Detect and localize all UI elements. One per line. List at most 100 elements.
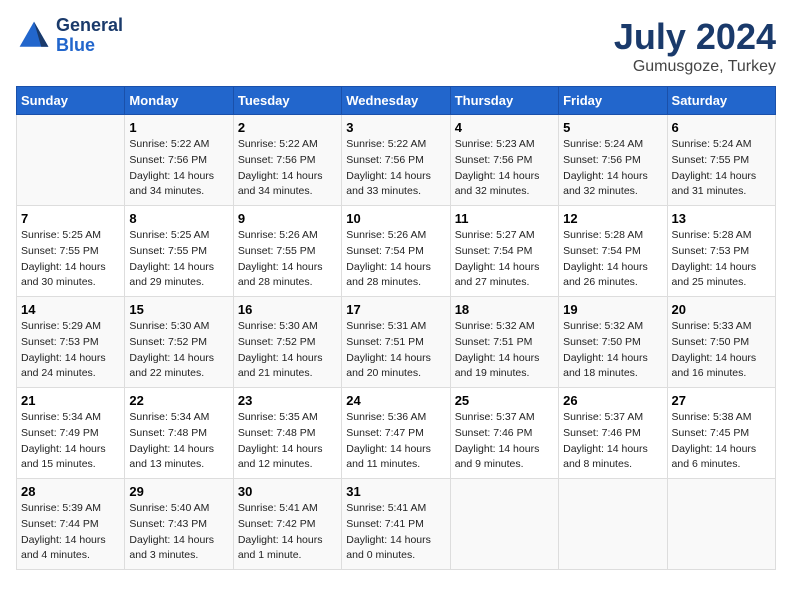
calendar-cell: 25Sunrise: 5:37 AM Sunset: 7:46 PM Dayli… [450, 388, 558, 479]
calendar-cell: 11Sunrise: 5:27 AM Sunset: 7:54 PM Dayli… [450, 206, 558, 297]
cell-content: Sunrise: 5:36 AM Sunset: 7:47 PM Dayligh… [346, 410, 445, 473]
calendar-cell: 10 Sunrise: 5:26 AM Sunset: 7:54 PM Dayli… [342, 206, 450, 297]
calendar-cell: 8 Sunrise: 5:25 AM Sunset: 7:55 PM Daylig… [125, 206, 233, 297]
calendar-cell: 31 Sunrise: 5:41 AM Sunset: 7:41 PM Dayli… [342, 479, 450, 570]
day-number: 2 [238, 120, 337, 135]
day-number: 3 [346, 120, 445, 135]
cell-content: Sunrise: 5:37 AM Sunset: 7:46 PM Dayligh… [563, 410, 662, 473]
day-number: 23 [238, 393, 337, 408]
day-number: 17 [346, 302, 445, 317]
cell-content: Sunrise: 5:38 AM Sunset: 7:45 PM Dayligh… [672, 410, 771, 473]
calendar-day-header: Wednesday [342, 87, 450, 115]
calendar-cell: 4Sunrise: 5:23 AM Sunset: 7:56 PM Daylig… [450, 115, 558, 206]
cell-content: Sunrise: 5:41 AM Sunset: 7:42 PM Dayligh… [238, 501, 337, 564]
day-number: 8 [129, 211, 228, 226]
calendar-cell: 7 Sunrise: 5:25 AM Sunset: 7:55 PM Daylig… [17, 206, 125, 297]
day-number: 14 [21, 302, 120, 317]
logo-icon [16, 18, 52, 54]
calendar-cell: 5Sunrise: 5:24 AM Sunset: 7:56 PM Daylig… [559, 115, 667, 206]
calendar-day-header: Saturday [667, 87, 775, 115]
calendar-cell: 28Sunrise: 5:39 AM Sunset: 7:44 PM Dayli… [17, 479, 125, 570]
calendar-cell: 12 Sunrise: 5:28 AM Sunset: 7:54 PM Dayli… [559, 206, 667, 297]
day-number: 12 [563, 211, 662, 226]
calendar-cell: 3 Sunrise: 5:22 AM Sunset: 7:56 PM Daylig… [342, 115, 450, 206]
cell-content: Sunrise: 5:27 AM Sunset: 7:54 PM Dayligh… [455, 228, 554, 291]
day-number: 7 [21, 211, 120, 226]
cell-content: Sunrise: 5:40 AM Sunset: 7:43 PM Dayligh… [129, 501, 228, 564]
day-number: 18 [455, 302, 554, 317]
calendar-week-row: 21 Sunrise: 5:34 AM Sunset: 7:49 PM Dayli… [17, 388, 776, 479]
day-number: 10 [346, 211, 445, 226]
cell-content: Sunrise: 5:29 AM Sunset: 7:53 PM Dayligh… [21, 319, 120, 382]
calendar-week-row: 7 Sunrise: 5:25 AM Sunset: 7:55 PM Daylig… [17, 206, 776, 297]
calendar-day-header: Sunday [17, 87, 125, 115]
cell-content: Sunrise: 5:30 AM Sunset: 7:52 PM Dayligh… [238, 319, 337, 382]
calendar-cell: 29 Sunrise: 5:40 AM Sunset: 7:43 PM Dayli… [125, 479, 233, 570]
logo: General Blue [16, 16, 123, 56]
calendar-week-row: 28Sunrise: 5:39 AM Sunset: 7:44 PM Dayli… [17, 479, 776, 570]
cell-content: Sunrise: 5:33 AM Sunset: 7:50 PM Dayligh… [672, 319, 771, 382]
cell-content: Sunrise: 5:32 AM Sunset: 7:51 PM Dayligh… [455, 319, 554, 382]
day-number: 24 [346, 393, 445, 408]
calendar-cell [450, 479, 558, 570]
day-number: 16 [238, 302, 337, 317]
calendar-cell: 22Sunrise: 5:34 AM Sunset: 7:48 PM Dayli… [125, 388, 233, 479]
day-number: 25 [455, 393, 554, 408]
day-number: 26 [563, 393, 662, 408]
day-number: 29 [129, 484, 228, 499]
calendar-cell: 17 Sunrise: 5:31 AM Sunset: 7:51 PM Dayli… [342, 297, 450, 388]
day-number: 1 [129, 120, 228, 135]
logo-text: General Blue [56, 16, 123, 56]
cell-content: Sunrise: 5:32 AM Sunset: 7:50 PM Dayligh… [563, 319, 662, 382]
cell-content: Sunrise: 5:25 AM Sunset: 7:55 PM Dayligh… [129, 228, 228, 291]
calendar-cell: 6Sunrise: 5:24 AM Sunset: 7:55 PM Daylig… [667, 115, 775, 206]
calendar-cell: 16 Sunrise: 5:30 AM Sunset: 7:52 PM Dayli… [233, 297, 341, 388]
calendar-cell: 13 Sunrise: 5:28 AM Sunset: 7:53 PM Dayli… [667, 206, 775, 297]
cell-content: Sunrise: 5:30 AM Sunset: 7:52 PM Dayligh… [129, 319, 228, 382]
day-number: 30 [238, 484, 337, 499]
day-number: 9 [238, 211, 337, 226]
calendar-day-header: Friday [559, 87, 667, 115]
calendar-table: SundayMondayTuesdayWednesdayThursdayFrid… [16, 86, 776, 570]
calendar-week-row: 1 Sunrise: 5:22 AM Sunset: 7:56 PM Daylig… [17, 115, 776, 206]
cell-content: Sunrise: 5:26 AM Sunset: 7:55 PM Dayligh… [238, 228, 337, 291]
day-number: 21 [21, 393, 120, 408]
cell-content: Sunrise: 5:31 AM Sunset: 7:51 PM Dayligh… [346, 319, 445, 382]
cell-content: Sunrise: 5:26 AM Sunset: 7:54 PM Dayligh… [346, 228, 445, 291]
calendar-cell: 20 Sunrise: 5:33 AM Sunset: 7:50 PM Dayli… [667, 297, 775, 388]
cell-content: Sunrise: 5:22 AM Sunset: 7:56 PM Dayligh… [129, 137, 228, 200]
calendar-week-row: 14 Sunrise: 5:29 AM Sunset: 7:53 PM Dayli… [17, 297, 776, 388]
day-number: 20 [672, 302, 771, 317]
cell-content: Sunrise: 5:24 AM Sunset: 7:56 PM Dayligh… [563, 137, 662, 200]
day-number: 28 [21, 484, 120, 499]
subtitle: Gumusgoze, Turkey [614, 58, 776, 76]
cell-content: Sunrise: 5:22 AM Sunset: 7:56 PM Dayligh… [238, 137, 337, 200]
calendar-cell: 23Sunrise: 5:35 AM Sunset: 7:48 PM Dayli… [233, 388, 341, 479]
cell-content: Sunrise: 5:28 AM Sunset: 7:54 PM Dayligh… [563, 228, 662, 291]
cell-content: Sunrise: 5:34 AM Sunset: 7:49 PM Dayligh… [21, 410, 120, 473]
cell-content: Sunrise: 5:34 AM Sunset: 7:48 PM Dayligh… [129, 410, 228, 473]
main-title: July 2024 [614, 16, 776, 58]
calendar-cell [667, 479, 775, 570]
calendar-cell [17, 115, 125, 206]
calendar-day-header: Tuesday [233, 87, 341, 115]
calendar-cell: 1 Sunrise: 5:22 AM Sunset: 7:56 PM Daylig… [125, 115, 233, 206]
calendar-cell [559, 479, 667, 570]
calendar-cell: 27 Sunrise: 5:38 AM Sunset: 7:45 PM Dayli… [667, 388, 775, 479]
day-number: 19 [563, 302, 662, 317]
day-number: 31 [346, 484, 445, 499]
calendar-day-header: Monday [125, 87, 233, 115]
day-number: 27 [672, 393, 771, 408]
cell-content: Sunrise: 5:22 AM Sunset: 7:56 PM Dayligh… [346, 137, 445, 200]
cell-content: Sunrise: 5:25 AM Sunset: 7:55 PM Dayligh… [21, 228, 120, 291]
calendar-header: SundayMondayTuesdayWednesdayThursdayFrid… [17, 87, 776, 115]
day-number: 15 [129, 302, 228, 317]
calendar-cell: 19 Sunrise: 5:32 AM Sunset: 7:50 PM Dayli… [559, 297, 667, 388]
calendar-cell: 9 Sunrise: 5:26 AM Sunset: 7:55 PM Daylig… [233, 206, 341, 297]
day-number: 13 [672, 211, 771, 226]
cell-content: Sunrise: 5:28 AM Sunset: 7:53 PM Dayligh… [672, 228, 771, 291]
cell-content: Sunrise: 5:41 AM Sunset: 7:41 PM Dayligh… [346, 501, 445, 564]
page-header: General Blue July 2024 Gumusgoze, Turkey [16, 16, 776, 76]
calendar-cell: 24 Sunrise: 5:36 AM Sunset: 7:47 PM Dayli… [342, 388, 450, 479]
calendar-day-header: Thursday [450, 87, 558, 115]
